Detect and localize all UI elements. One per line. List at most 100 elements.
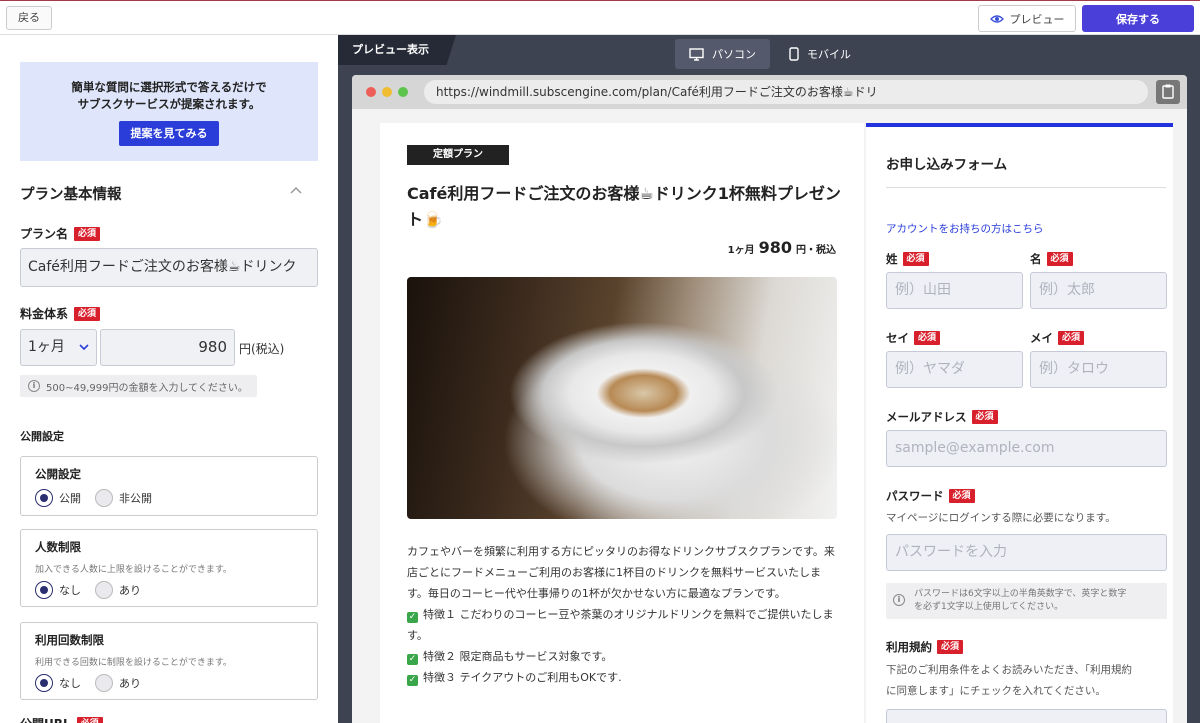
form-title: お申し込みフォーム	[886, 157, 1008, 173]
member-limit-desc: 加入できる人数に上限を設けることができます。	[35, 565, 232, 575]
first-name-label-text: 名	[1030, 252, 1042, 266]
suggest-button[interactable]: 提案を見てみる	[119, 121, 219, 146]
radio-usage-yes[interactable]	[95, 674, 113, 692]
publish-heading: 公開設定	[20, 430, 64, 443]
usage-limit-card: 利用回数制限 利用できる回数に制限を設けることができます。 なし あり	[20, 622, 318, 700]
feature-text: 特徴２ 限定商品もサービス対象です。	[423, 650, 613, 663]
plan-name-label: プラン名 必須	[20, 225, 101, 242]
application-form: お申し込みフォーム アカウントをお持ちの方はこちら 姓必須 例）山田 名必須 例…	[866, 123, 1173, 723]
device-mobile-button[interactable]: モバイル	[775, 39, 865, 69]
terms-box[interactable]	[886, 709, 1167, 723]
radio-usage-yes-label: あり	[119, 677, 141, 690]
plan-name-input[interactable]: Café利用フードご注文のお客様☕ドリンク	[20, 248, 318, 287]
price-input[interactable]: 980	[100, 329, 235, 366]
password-label: パスワード 必須	[886, 488, 975, 504]
first-kana-input[interactable]: 例）タロウ	[1030, 351, 1167, 388]
terms-description: 下記のご利用条件をよくお読みいただき、「利用規約 に同意します」にチェックを入れ…	[886, 660, 1132, 702]
price-note: i 500~49,999円の金額を入力してください。	[20, 375, 257, 397]
price-suffix: 円・税込	[796, 245, 836, 256]
radio-member-yes-label: あり	[119, 584, 141, 597]
preview-panel: プレビュー表示 パソコン モバイル https://windmill.subsc…	[338, 35, 1200, 723]
radio-private[interactable]	[95, 489, 113, 507]
password-note-line2: を必ず1文字以上使用してください。	[914, 602, 1064, 612]
minimize-dot-icon	[382, 87, 392, 97]
first-name-label: 名必須	[1030, 251, 1073, 267]
last-name-label-text: 姓	[886, 252, 898, 266]
radio-public-label: 公開	[59, 492, 81, 505]
back-button[interactable]: 戻る	[6, 6, 52, 30]
required-badge: 必須	[914, 331, 941, 345]
info-icon: i	[893, 594, 905, 606]
public-url-label: 公開URL 必須	[20, 715, 103, 723]
price-label-text: 料金体系	[20, 307, 69, 321]
save-button[interactable]: 保存する	[1082, 5, 1194, 32]
suggest-box: 簡単な質問に選択形式で答えるだけで サブスクサービスが提案されます。 提案を見て…	[20, 62, 318, 161]
suggest-text-line2: サブスクサービスが提案されます。	[77, 97, 261, 111]
publish-card-title: 公開設定	[35, 467, 81, 481]
first-name-input[interactable]: 例）太郎	[1030, 272, 1167, 309]
radio-member-yes[interactable]	[95, 581, 113, 599]
browser-bar: https://windmill.subscengine.com/plan/Ca…	[352, 75, 1187, 109]
period-select[interactable]: 1ヶ月	[20, 329, 97, 366]
eye-icon	[989, 14, 1004, 23]
password-note-line1: パスワードは6文字以上の半角英数字で、英字と数字	[914, 589, 1127, 599]
password-input[interactable]: パスワードを入力	[886, 534, 1167, 571]
password-note: i パスワードは6文字以上の半角英数字で、英字と数字 を必ず1文字以上使用してく…	[886, 583, 1167, 619]
price-number: 980	[758, 238, 792, 257]
last-kana-input[interactable]: 例）ヤマダ	[886, 351, 1023, 388]
coffee-photo	[407, 277, 837, 519]
check-icon: ✓	[407, 654, 418, 665]
radio-usage-none[interactable]	[35, 674, 53, 692]
password-label-text: パスワード	[886, 489, 944, 503]
form-divider	[886, 187, 1166, 188]
url-bar[interactable]: https://windmill.subscengine.com/plan/Ca…	[424, 80, 1148, 104]
radio-member-none-label: なし	[59, 584, 81, 597]
first-kana-label-text: メイ	[1030, 331, 1053, 345]
plan-description-text: カフェやバーを頻繁に利用する方にピッタリのお得なドリンクサブスクプランです。来店…	[407, 545, 835, 600]
last-kana-label-text: セイ	[886, 331, 909, 345]
plan-price: 1ヶ月 980 円・税込	[728, 238, 836, 257]
terms-label-text: 利用規約	[886, 640, 932, 654]
plan-detail: 定額プラン Café利用フードご注文のお客様☕ドリンク1杯無料プレゼント🍺 1ヶ…	[380, 123, 864, 723]
price-prefix: 1ヶ月	[727, 245, 755, 256]
member-limit-card: 人数制限 加入できる人数に上限を設けることができます。 なし あり	[20, 529, 318, 607]
close-dot-icon	[366, 87, 376, 97]
required-badge: 必須	[74, 226, 101, 241]
plan-title: Café利用フードご注文のお客様☕ドリンク1杯無料プレゼント🍺	[407, 184, 841, 229]
public-url-label-text: 公開URL	[20, 715, 71, 723]
radio-private-label: 非公開	[119, 492, 152, 505]
account-login-link[interactable]: アカウントをお持ちの方はこちら	[886, 221, 1044, 236]
feature-text: 特徴３ テイクアウトのご利用もOKです.	[423, 671, 622, 684]
plan-description: カフェやバーを頻繁に利用する方にピッタリのお得なドリンクサブスクプランです。来店…	[407, 541, 837, 688]
feature-item: ✓ 特徴２ 限定商品もサービス対象です。	[407, 646, 837, 667]
radio-public[interactable]	[35, 489, 53, 507]
terms-description-line2: に同意します」にチェックを入れてください。	[886, 685, 1106, 697]
required-badge: 必須	[1046, 252, 1073, 266]
required-badge: 必須	[971, 410, 998, 424]
suggest-text-line1: 簡単な質問に選択形式で答えるだけで	[71, 80, 267, 94]
last-name-label: 姓必須	[886, 251, 929, 267]
last-name-input[interactable]: 例）山田	[886, 272, 1023, 309]
required-badge: 必須	[937, 640, 964, 654]
device-pc-button[interactable]: パソコン	[675, 39, 770, 69]
email-input[interactable]: sample@example.com	[886, 430, 1167, 467]
feature-item: ✓ 特徴３ テイクアウトのご利用もOKです.	[407, 667, 837, 688]
required-badge: 必須	[1058, 331, 1085, 345]
usage-limit-radio-group: なし あり	[35, 674, 149, 692]
preview-tag: プレビュー表示	[338, 35, 456, 65]
radio-member-none[interactable]	[35, 581, 53, 599]
info-icon: i	[28, 380, 40, 392]
section-title-basic: プラン基本情報	[20, 187, 122, 203]
device-mobile-label: モバイル	[807, 48, 851, 61]
clipboard-icon[interactable]	[1156, 80, 1180, 104]
preview-button[interactable]: プレビュー	[978, 5, 1076, 32]
publish-radio-group: 公開 非公開	[35, 489, 160, 507]
price-label: 料金体系 必須	[20, 305, 101, 322]
top-bar: 戻る プレビュー 保存する	[0, 0, 1200, 35]
check-icon: ✓	[407, 612, 418, 623]
chevron-up-icon[interactable]	[290, 185, 302, 197]
settings-panel: 簡単な質問に選択形式で答えるだけで サブスクサービスが提案されます。 提案を見て…	[0, 35, 338, 723]
feature-item: ✓ 特徴１ こだわりのコーヒー豆や茶葉のオリジナルドリンクを無料でご提供いたします…	[407, 604, 837, 646]
email-label: メールアドレス 必須	[886, 409, 998, 425]
usage-limit-title: 利用回数制限	[35, 633, 104, 647]
